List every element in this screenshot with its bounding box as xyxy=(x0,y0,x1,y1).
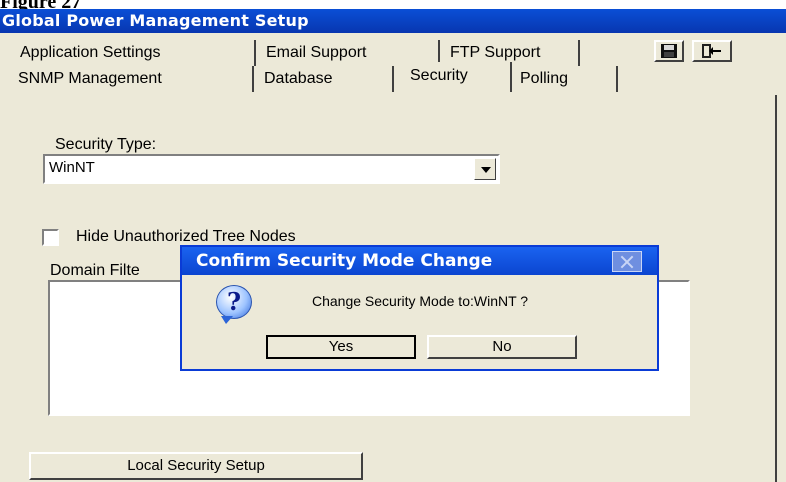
no-button[interactable]: No xyxy=(427,335,577,359)
exit-door-icon xyxy=(702,44,721,58)
confirm-dialog: Confirm Security Mode Change ? Change Se… xyxy=(180,245,659,371)
save-button[interactable] xyxy=(654,40,684,62)
chevron-down-icon[interactable] xyxy=(474,158,496,180)
dialog-title: Confirm Security Mode Change xyxy=(182,247,657,275)
tab-application-settings[interactable]: Application Settings xyxy=(12,40,256,66)
tab-security[interactable]: Security xyxy=(396,62,512,92)
tab-polling[interactable]: Polling xyxy=(514,66,618,92)
domain-filter-label: Domain Filte xyxy=(50,262,140,279)
hide-unauthorized-checkbox[interactable] xyxy=(42,229,59,246)
security-type-select[interactable]: WinNT xyxy=(43,154,500,184)
security-type-value: WinNT xyxy=(49,159,95,176)
close-icon[interactable] xyxy=(612,251,642,272)
tab-database[interactable]: Database xyxy=(256,66,394,92)
yes-button[interactable]: Yes xyxy=(266,335,416,359)
security-type-label: Security Type: xyxy=(55,136,157,153)
exit-button[interactable] xyxy=(692,40,732,62)
question-icon: ? xyxy=(216,285,252,324)
tab-snmp-management[interactable]: SNMP Management xyxy=(10,66,254,92)
floppy-disk-icon xyxy=(661,44,677,58)
local-security-setup-button[interactable]: Local Security Setup xyxy=(29,452,363,480)
window-title: Global Power Management Setup xyxy=(0,9,786,33)
hide-unauthorized-label: Hide Unauthorized Tree Nodes xyxy=(76,228,296,245)
dialog-message: Change Security Mode to:WinNT ? xyxy=(312,293,529,309)
